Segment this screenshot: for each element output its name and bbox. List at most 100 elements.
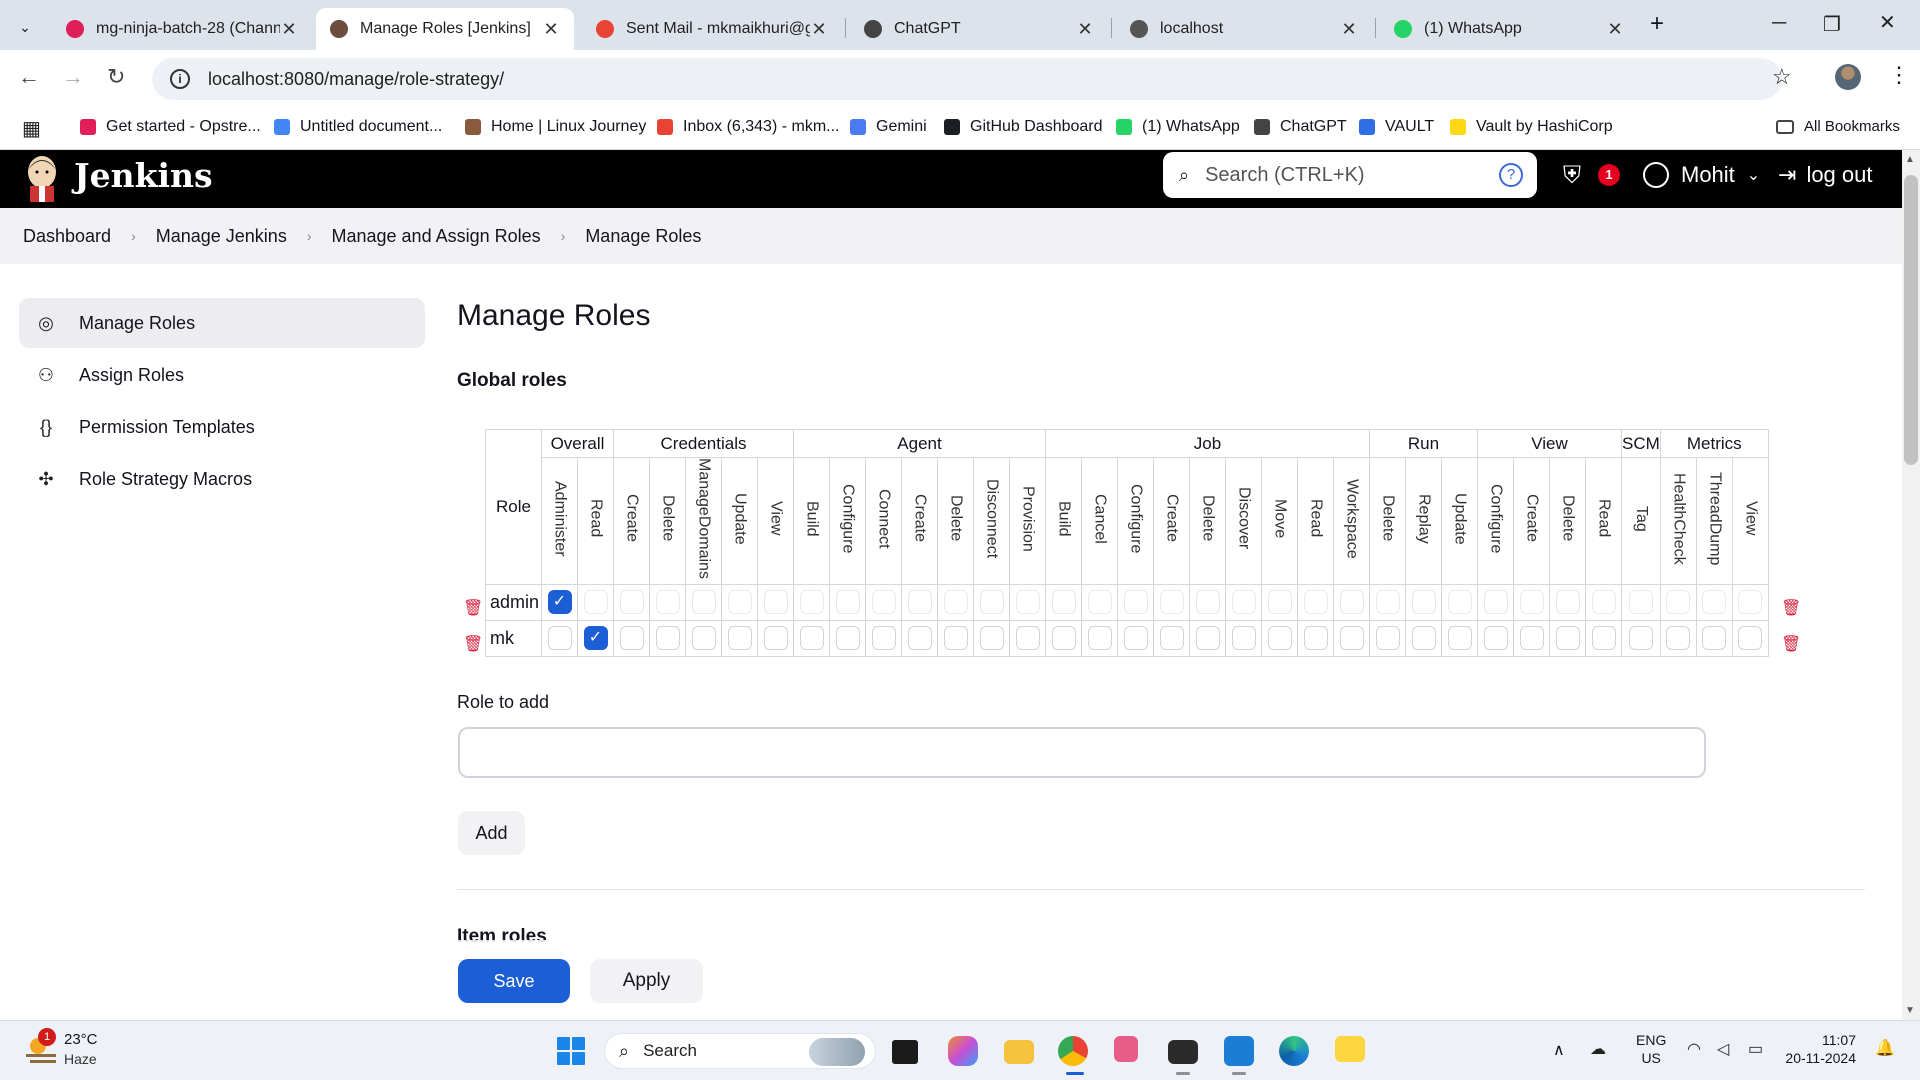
permission-checkbox[interactable] [691,626,716,651]
permission-checkbox[interactable] [1159,590,1184,615]
permission-checkbox[interactable] [871,590,896,615]
bookmark-item[interactable]: Get started - Opstre... [80,118,261,136]
browser-tab[interactable]: (1) WhatsApp ✕ [1380,8,1638,50]
volume-icon[interactable]: ◁ [1717,1039,1729,1059]
file-explorer-icon[interactable] [1004,1040,1034,1064]
permission-checkbox[interactable] [1591,626,1616,651]
permission-checkbox[interactable] [1015,626,1040,651]
edge-icon[interactable] [1279,1036,1309,1066]
permission-checkbox[interactable] [619,626,644,651]
permission-checkbox[interactable] [1123,590,1148,615]
permission-checkbox[interactable] [979,626,1004,651]
apply-button[interactable]: Apply [590,959,703,1003]
reload-icon[interactable]: ↻ [107,64,125,90]
permission-checkbox[interactable]: ✓ [547,590,572,615]
permission-checkbox[interactable] [1666,626,1691,651]
permission-checkbox[interactable] [871,626,896,651]
taskbar-search[interactable]: ⌕ Search [604,1033,876,1069]
scroll-down-icon[interactable]: ▼ [1905,1005,1915,1016]
show-hidden-icons-icon[interactable]: ∧ [1553,1040,1565,1060]
permission-checkbox[interactable] [835,626,860,651]
new-tab-button[interactable]: + [1650,10,1664,38]
permission-checkbox[interactable] [1195,626,1220,651]
system-clock[interactable]: 11:07 20-11-2024 [1784,1031,1856,1067]
scrollbar-thumb[interactable] [1904,175,1918,465]
temperature[interactable]: 23°C [64,1031,98,1048]
permission-checkbox[interactable] [1267,626,1292,651]
bookmark-item[interactable]: Inbox (6,343) - mkm... [657,118,840,136]
browser-tab[interactable]: Sent Mail - mkmaikhuri@g ✕ [582,8,842,50]
sidebar-item[interactable]: ◎ Manage Roles [19,298,425,348]
security-shield-icon[interactable]: ⛨ [1563,162,1581,190]
delete-role-icon[interactable]: 🗑 [463,600,483,617]
chrome-icon[interactable] [1058,1036,1088,1066]
profile-avatar[interactable] [1835,64,1861,90]
permission-checkbox[interactable] [547,626,572,651]
permission-checkbox[interactable] [655,626,680,651]
permission-checkbox[interactable] [1411,590,1436,615]
breadcrumb-item[interactable]: Manage Roles [585,226,701,247]
browser-menu-icon[interactable]: ⋮ [1888,62,1910,88]
breadcrumb-item[interactable]: Dashboard [23,226,111,247]
site-info-icon[interactable]: i [170,69,190,89]
permission-checkbox[interactable] [1666,590,1691,615]
close-window-icon[interactable]: ✕ [1879,10,1896,35]
vscode-icon[interactable] [1224,1036,1254,1066]
permission-checkbox[interactable] [1483,590,1508,615]
permission-checkbox[interactable] [1339,590,1364,615]
bookmark-item[interactable]: Vault by HashiCorp [1450,118,1613,136]
permission-checkbox[interactable] [763,590,788,615]
tab-close-icon[interactable]: ✕ [1340,19,1358,40]
weather-condition[interactable]: Haze [64,1051,97,1067]
permission-checkbox[interactable] [1123,626,1148,651]
permission-checkbox[interactable] [907,626,932,651]
permission-checkbox[interactable] [943,590,968,615]
scroll-up-icon[interactable]: ▲ [1905,154,1915,165]
sidebar-item[interactable]: ⚇ Assign Roles [19,350,425,400]
permission-checkbox[interactable] [1738,590,1763,615]
minimize-icon[interactable]: ─ [1772,12,1786,35]
permission-checkbox[interactable] [943,626,968,651]
bookmark-item[interactable]: Gemini [850,118,927,136]
help-icon[interactable]: ? [1499,163,1523,187]
all-bookmarks[interactable]: All Bookmarks [1776,118,1900,135]
permission-checkbox[interactable] [1519,590,1544,615]
tab-close-icon[interactable]: ✕ [810,19,828,40]
language-indicator[interactable]: ENG US [1636,1031,1666,1067]
permission-checkbox[interactable] [1303,590,1328,615]
wifi-icon[interactable]: ◠ [1687,1039,1701,1059]
permission-checkbox[interactable] [1702,590,1727,615]
bookmark-item[interactable]: GitHub Dashboard [944,118,1103,136]
permission-checkbox[interactable] [655,590,680,615]
permission-checkbox[interactable] [1339,626,1364,651]
add-role-button[interactable]: Add [458,811,525,855]
permission-checkbox[interactable] [1231,626,1256,651]
permission-checkbox[interactable] [835,590,860,615]
back-icon[interactable]: ← [18,64,40,90]
battery-icon[interactable]: ▭ [1748,1039,1763,1059]
permission-checkbox[interactable] [763,626,788,651]
bookmark-item[interactable]: Home | Linux Journey [465,118,646,136]
permission-checkbox[interactable] [1702,626,1727,651]
delete-role-icon[interactable]: 🗑 [463,636,483,653]
windows-start-icon[interactable] [557,1037,585,1065]
tab-close-icon[interactable]: ✕ [280,19,298,40]
url-bar[interactable]: i localhost:8080/manage/role-strategy/ [152,58,1782,100]
onedrive-icon[interactable]: ☁ [1590,1039,1606,1059]
sidebar-item[interactable]: ✣ Role Strategy Macros [19,454,425,504]
permission-checkbox[interactable] [1555,626,1580,651]
browser-tab[interactable]: mg-ninja-batch-28 (Chann ✕ [52,8,312,50]
tab-close-icon[interactable]: ✕ [1076,19,1094,40]
role-to-add-input[interactable] [458,727,1706,778]
permission-checkbox[interactable] [1591,590,1616,615]
bookmark-item[interactable]: Untitled document... [274,118,442,136]
sidebar-item[interactable]: {} Permission Templates [19,402,425,452]
permission-checkbox[interactable] [1738,626,1763,651]
permission-checkbox[interactable] [1483,626,1508,651]
tab-close-icon[interactable]: ✕ [1606,19,1624,40]
permission-checkbox[interactable] [727,626,752,651]
delete-role-icon[interactable]: 🗑 [1781,600,1801,617]
permission-checkbox[interactable] [691,590,716,615]
jenkins-logo-icon[interactable] [22,152,62,202]
permission-checkbox[interactable] [1267,590,1292,615]
